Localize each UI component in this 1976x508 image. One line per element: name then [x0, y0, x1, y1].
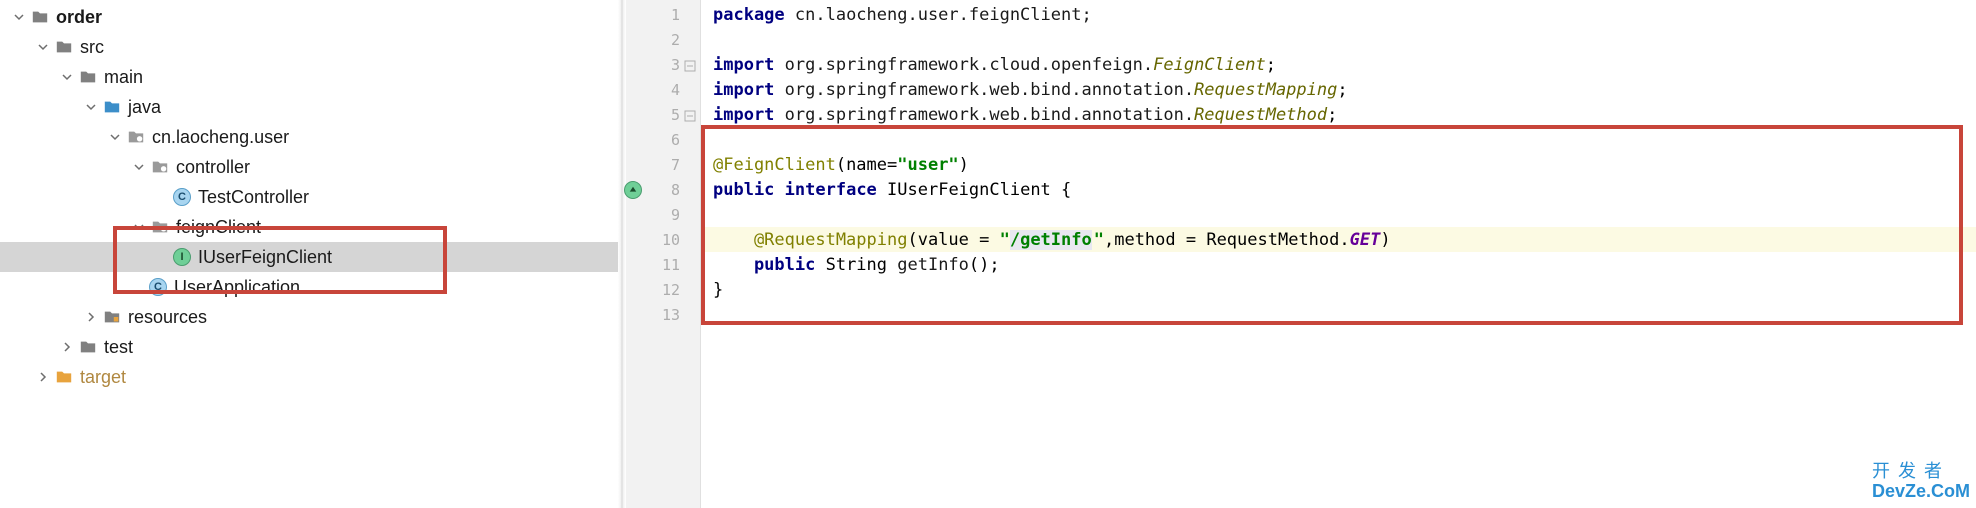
resources-folder-icon: [102, 307, 122, 327]
code-editor[interactable]: 1 2 3 4 5 6 7 8 9 10 11 12 13 package cn…: [626, 0, 1976, 508]
tree-node-package[interactable]: cn.laocheng.user: [0, 122, 618, 152]
line-number[interactable]: 12: [626, 277, 700, 302]
folder-icon: [54, 37, 74, 57]
tree-node-controller[interactable]: controller: [0, 152, 618, 182]
chevron-down-icon[interactable]: [130, 158, 148, 176]
tree-label: IUserFeignClient: [198, 247, 332, 268]
code-line[interactable]: [701, 27, 1976, 52]
tree-node-java[interactable]: java: [0, 92, 618, 122]
folder-icon: [30, 7, 50, 27]
tree-label: UserApplication: [174, 277, 300, 298]
line-number[interactable]: 8: [626, 177, 700, 202]
chevron-right-icon[interactable]: [58, 338, 76, 356]
code-line[interactable]: [701, 127, 1976, 152]
line-number[interactable]: 1: [626, 2, 700, 27]
package-icon: [126, 127, 146, 147]
tree-label: feignClient: [176, 217, 261, 238]
source-folder-icon: [102, 97, 122, 117]
package-icon: [150, 217, 170, 237]
tree-label: java: [128, 97, 161, 118]
line-number[interactable]: 3: [626, 52, 700, 77]
project-tree[interactable]: order src main java cn.laocheng.user con…: [0, 0, 618, 508]
interface-icon: I: [172, 247, 192, 267]
code-line[interactable]: public String getInfo();: [701, 252, 1976, 277]
tree-node-feignclient[interactable]: feignClient: [0, 212, 618, 242]
chevron-down-icon[interactable]: [130, 218, 148, 236]
line-number[interactable]: 5: [626, 102, 700, 127]
chevron-down-icon[interactable]: [34, 38, 52, 56]
package-icon: [150, 157, 170, 177]
tree-label: cn.laocheng.user: [152, 127, 289, 148]
code-line[interactable]: [701, 302, 1976, 327]
line-number[interactable]: 6: [626, 127, 700, 152]
code-line[interactable]: package cn.laocheng.user.feignClient;: [701, 2, 1976, 27]
editor-gutter[interactable]: 1 2 3 4 5 6 7 8 9 10 11 12 13: [626, 0, 701, 508]
nav-inheritor-icon[interactable]: [624, 181, 642, 199]
code-line[interactable]: public interface IUserFeignClient {: [701, 177, 1976, 202]
fold-icon[interactable]: [684, 58, 698, 72]
code-line[interactable]: }: [701, 277, 1976, 302]
chevron-down-icon[interactable]: [10, 8, 28, 26]
line-number[interactable]: 10: [626, 227, 700, 252]
code-line[interactable]: import org.springframework.web.bind.anno…: [701, 102, 1976, 127]
chevron-down-icon[interactable]: [106, 128, 124, 146]
class-icon: C: [172, 187, 192, 207]
tree-label: TestController: [198, 187, 309, 208]
tree-node-userapplication[interactable]: C UserApplication: [0, 272, 618, 302]
folder-icon: [78, 67, 98, 87]
tree-node-test[interactable]: test: [0, 332, 618, 362]
tree-node-resources[interactable]: resources: [0, 302, 618, 332]
excluded-folder-icon: [54, 367, 74, 387]
line-number[interactable]: 2: [626, 27, 700, 52]
tree-label: main: [104, 67, 143, 88]
line-number[interactable]: 4: [626, 77, 700, 102]
tree-label: controller: [176, 157, 250, 178]
tree-node-testcontroller[interactable]: C TestController: [0, 182, 618, 212]
tree-label: src: [80, 37, 104, 58]
tree-label: order: [56, 7, 102, 28]
line-number[interactable]: 9: [626, 202, 700, 227]
chevron-right-icon[interactable]: [34, 368, 52, 386]
code-line-current[interactable]: @RequestMapping(value = "/getInfo",metho…: [701, 227, 1976, 252]
folder-icon: [78, 337, 98, 357]
line-number[interactable]: 11: [626, 252, 700, 277]
code-line[interactable]: import org.springframework.cloud.openfei…: [701, 52, 1976, 77]
tree-node-target[interactable]: target: [0, 362, 618, 392]
tree-node-order[interactable]: order: [0, 2, 618, 32]
code-line[interactable]: [701, 202, 1976, 227]
fold-icon[interactable]: [684, 108, 698, 122]
line-number[interactable]: 13: [626, 302, 700, 327]
chevron-down-icon[interactable]: [58, 68, 76, 86]
code-area[interactable]: package cn.laocheng.user.feignClient; im…: [701, 0, 1976, 508]
code-line[interactable]: import org.springframework.web.bind.anno…: [701, 77, 1976, 102]
tree-label: test: [104, 337, 133, 358]
chevron-right-icon[interactable]: [82, 308, 100, 326]
chevron-down-icon[interactable]: [82, 98, 100, 116]
line-number[interactable]: 7: [626, 152, 700, 177]
code-line[interactable]: @FeignClient(name="user"): [701, 152, 1976, 177]
pane-splitter[interactable]: [618, 0, 626, 508]
tree-node-main[interactable]: main: [0, 62, 618, 92]
tree-label: resources: [128, 307, 207, 328]
tree-node-iuserfeignclient[interactable]: I IUserFeignClient: [0, 242, 618, 272]
tree-label: target: [80, 367, 126, 388]
watermark: 开发者 DevZe.CoM: [1872, 462, 1970, 502]
tree-node-src[interactable]: src: [0, 32, 618, 62]
class-icon: C: [148, 277, 168, 297]
